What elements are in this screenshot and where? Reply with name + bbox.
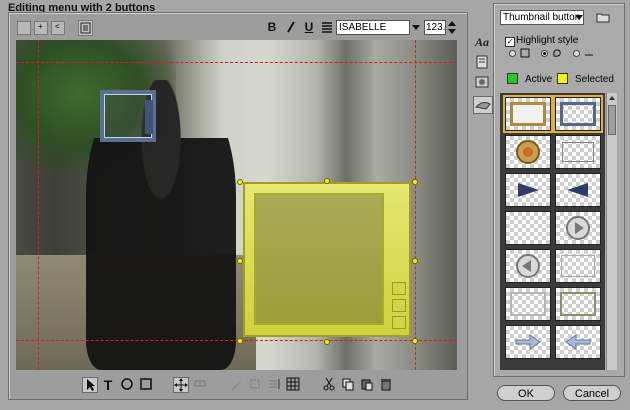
font-dropdown-icon[interactable] (410, 20, 422, 35)
button-thumb-arrow-right[interactable] (505, 173, 551, 207)
distribute-icon[interactable] (247, 377, 263, 393)
delete-icon[interactable] (378, 377, 394, 393)
safe-area-guide-left (38, 40, 39, 370)
safe-area-guide-right (415, 40, 416, 370)
ok-button[interactable]: OK (497, 385, 555, 401)
button-thumb-orb[interactable] (505, 135, 551, 169)
thumbnail-window (254, 193, 384, 325)
font-select[interactable]: ISABELLE (336, 20, 410, 35)
cut-icon[interactable] (321, 377, 337, 393)
resize-handle-n[interactable] (324, 178, 330, 184)
scroll-up-icon[interactable] (608, 94, 616, 102)
button-thumb-prev-arrow[interactable] (555, 325, 601, 359)
button-ornament (392, 282, 406, 295)
highlight-style-label: Highlight style (516, 35, 579, 46)
font-size-field[interactable]: 123.96 (424, 20, 446, 35)
button-ornament (392, 299, 406, 312)
selected-color-swatch[interactable] (557, 73, 568, 84)
highlight-radio-underline[interactable] (573, 50, 580, 57)
bold-button[interactable]: B (264, 19, 280, 35)
thumbnail-button-side (145, 100, 153, 134)
size-spinner-icon[interactable] (447, 19, 457, 36)
resize-handle-se[interactable] (412, 338, 418, 344)
button-thumb-olive-frame[interactable] (555, 287, 601, 321)
button-thumb-blue-frame[interactable] (553, 95, 603, 133)
thumbnail-button-blue[interactable] (100, 90, 156, 142)
arrange-left-icon[interactable]: < (51, 21, 65, 35)
chevron-down-icon[interactable] (574, 11, 584, 24)
button-thumb-empty[interactable] (505, 211, 551, 245)
button-thumb-play-circle[interactable] (555, 211, 601, 245)
new-icon[interactable] (17, 21, 31, 35)
justify-objects-icon[interactable] (266, 377, 282, 393)
paste-icon[interactable] (359, 377, 375, 393)
drawing-toolbar: T (80, 377, 398, 394)
thumbnail-button-selected[interactable] (243, 182, 411, 337)
button-thumb-grey-frame[interactable] (555, 249, 601, 283)
button-thumb-next-arrow[interactable] (505, 325, 551, 359)
ellipse-tool-icon[interactable] (119, 377, 135, 393)
folder-icon[interactable] (596, 10, 610, 24)
justify-icon[interactable] (319, 19, 335, 35)
highlight-radio-shape[interactable] (541, 50, 548, 57)
arrange-up-icon[interactable]: + (34, 21, 48, 35)
copy-icon[interactable] (340, 377, 356, 393)
active-label: Active (525, 74, 553, 85)
highlight-style-checkbox[interactable]: ✓ (505, 37, 515, 47)
scale-icon[interactable] (192, 377, 208, 393)
button-thumbnail-grid (500, 93, 605, 370)
button-type-select[interactable]: Thumbnail button (500, 10, 584, 25)
background-icon[interactable] (473, 74, 491, 92)
resize-handle-e[interactable] (412, 258, 418, 264)
resize-handle-sw[interactable] (237, 338, 243, 344)
button-thumb-slim-frame[interactable] (505, 287, 551, 321)
text-tool-icon[interactable]: T (100, 377, 116, 393)
highlight-radio-none[interactable] (509, 50, 516, 57)
button-thumb-back-circle[interactable] (505, 249, 551, 283)
properties-icon[interactable] (78, 20, 93, 36)
button-thumb-arrow-left[interactable] (555, 173, 601, 207)
resize-handle-s[interactable] (324, 339, 330, 345)
picture-library-icon[interactable] (473, 54, 491, 72)
shape-highlight-icon (552, 48, 562, 58)
resize-handle-w[interactable] (237, 258, 243, 264)
underline-button[interactable]: U (301, 19, 317, 35)
text-style-icon[interactable]: Aa (473, 33, 491, 51)
active-color-swatch[interactable] (507, 73, 518, 84)
resize-handle-nw[interactable] (237, 179, 243, 185)
grid-scrollbar[interactable] (606, 93, 617, 370)
grid-icon[interactable] (285, 377, 301, 393)
button-library-icon[interactable] (473, 96, 493, 114)
button-thumb-plain-frame[interactable] (555, 135, 601, 169)
square-highlight-icon (520, 48, 530, 58)
button-ornament (392, 316, 406, 329)
scrollbar-thumb[interactable] (608, 105, 616, 135)
button-thumb-gold-frame[interactable] (503, 95, 553, 133)
menu-canvas[interactable] (16, 40, 457, 370)
italic-button[interactable] (283, 19, 299, 35)
align-icon[interactable] (228, 377, 244, 393)
arrow-pointer-icon[interactable] (82, 377, 98, 393)
safe-area-guide-top (16, 62, 457, 63)
rectangle-tool-icon[interactable] (138, 377, 154, 393)
resize-handle-ne[interactable] (412, 179, 418, 185)
cancel-button[interactable]: Cancel (563, 385, 621, 401)
move-icon[interactable] (173, 377, 189, 393)
underline-highlight-icon (584, 48, 594, 58)
selected-label: Selected (575, 74, 614, 85)
